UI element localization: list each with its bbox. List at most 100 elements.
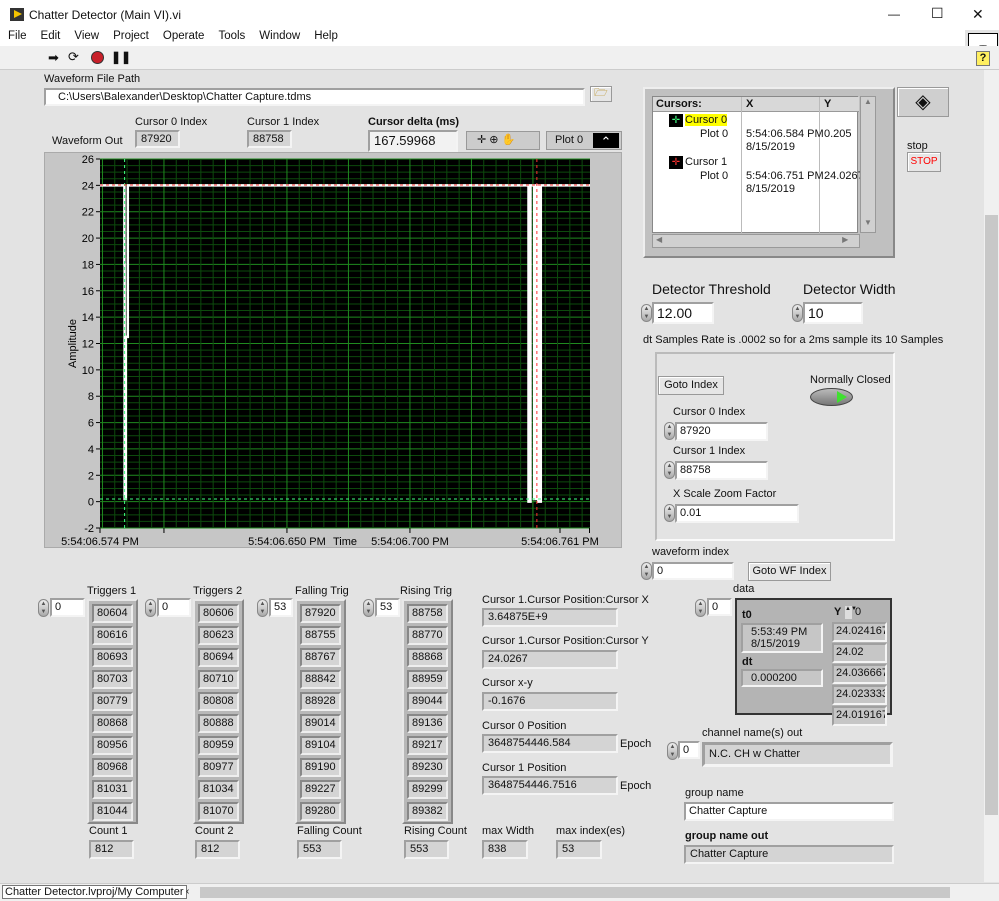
menu-project[interactable]: Project <box>113 30 149 42</box>
array-element: 89044 <box>407 692 448 711</box>
cursor-tool-icon[interactable]: ✛ <box>477 134 486 146</box>
graph-tools-palette: ✛ ⊕ ✋ <box>466 131 540 150</box>
channel-index-input[interactable]: 0 <box>678 741 700 759</box>
file-path-input[interactable]: C:\Users\Balexander\Desktop\Chatter Capt… <box>44 88 585 106</box>
array-label: Rising Trig <box>400 585 452 597</box>
array-element: 88758 <box>407 604 448 623</box>
goto-index-button[interactable]: Goto Index <box>658 376 724 395</box>
zoom-tool-icon[interactable]: ⊕ <box>489 134 498 146</box>
array-element: 80606 <box>198 604 239 623</box>
cluster-cursor0-increment-decrement[interactable]: ▲ ▼ <box>664 422 675 440</box>
array-index-increment-decrement[interactable]: ▲ ▼ <box>257 599 268 617</box>
cursor-x-label: Cursor 1.Cursor Position:Cursor X <box>482 594 649 606</box>
array-index-input[interactable]: 53 <box>375 598 400 617</box>
y-tick-label: 22 <box>82 207 94 219</box>
array-element: 89104 <box>300 736 341 755</box>
y-index[interactable]: 0 <box>855 606 861 618</box>
panel-horizontal-scrollbar[interactable] <box>200 887 950 898</box>
menu-help[interactable]: Help <box>314 30 338 42</box>
cursor1-name[interactable]: Cursor 1 <box>685 156 727 168</box>
cursor-legend-hscrollbar[interactable]: ◀ ▶ <box>652 234 860 248</box>
context-help-icon[interactable]: ? <box>976 51 990 66</box>
array-index-increment-decrement[interactable]: ▲ ▼ <box>38 599 49 617</box>
array-element: 80888 <box>198 714 239 733</box>
x-scale-zoom-increment-decrement[interactable]: ▲ ▼ <box>664 504 675 522</box>
detector-threshold-input[interactable]: 12.00 <box>652 302 714 324</box>
cursor-delta-display: 167.59968 <box>368 130 458 152</box>
waveform-index-increment-decrement[interactable]: ▲ ▼ <box>641 562 652 580</box>
pause-icon[interactable]: ❚❚ <box>111 50 131 64</box>
array-element: 80623 <box>198 626 239 645</box>
menu-view[interactable]: View <box>74 30 99 42</box>
t0-date: 8/15/2019 <box>751 638 800 650</box>
minimize-button[interactable]: — <box>888 7 900 21</box>
array-index-increment-decrement[interactable]: ▲ ▼ <box>145 599 156 617</box>
y-index-increment-decrement[interactable]: ▲▼ <box>845 606 857 619</box>
browse-folder-button[interactable]: 🗁 <box>590 86 612 102</box>
waveform-chart-svg[interactable]: -2024681012141618202224265:54:06.574 PM8… <box>45 153 623 549</box>
abort-icon[interactable] <box>91 51 104 64</box>
cluster-cursor1-label: Cursor 1 Index <box>673 445 746 457</box>
count-display: 553 <box>404 840 449 859</box>
menu-edit[interactable]: Edit <box>41 30 61 42</box>
cursor0-name[interactable]: Cursor 0 <box>685 114 728 126</box>
y-tick-label: 14 <box>82 312 94 324</box>
count-label: Falling Count <box>297 825 362 837</box>
close-button[interactable]: ✕ <box>972 6 984 23</box>
project-path[interactable]: Chatter Detector.lvproj/My Computer <box>2 885 187 899</box>
cursor-xy-display: -0.1676 <box>482 692 618 711</box>
run-arrow-icon[interactable]: ➡ <box>48 50 59 66</box>
channel-names-display: N.C. CH w Chatter <box>702 742 893 767</box>
array-label: Triggers 2 <box>193 585 243 597</box>
y-tick-label: 24 <box>82 180 94 192</box>
cursor-move-navigator-button[interactable]: ◈ <box>897 87 949 117</box>
threshold-increment-decrement[interactable]: ▲ ▼ <box>641 304 652 322</box>
group-name-out-display: Chatter Capture <box>684 845 894 864</box>
pan-tool-icon[interactable]: ✋ <box>502 134 516 146</box>
cursor1-epoch-unit: Epoch <box>620 780 652 792</box>
toolbar: ➡ ⟳ ❚❚ ? <box>0 46 999 70</box>
array-element: 89217 <box>407 736 448 755</box>
y-tick-label: 20 <box>82 233 94 245</box>
file-path-label: Waveform File Path <box>44 73 141 85</box>
x-tick-label: 5:54:06.700 PM <box>371 536 449 548</box>
array-index-increment-decrement[interactable]: ▲ ▼ <box>363 599 374 617</box>
array-index-input[interactable]: 0 <box>50 598 85 617</box>
y-value: 24.02 <box>832 643 887 663</box>
stop-button[interactable]: STOP <box>907 152 941 172</box>
maximize-button[interactable]: ☐ <box>931 5 944 22</box>
cursor1-position-label: Cursor 1 Position <box>482 762 567 774</box>
menu-window[interactable]: Window <box>259 30 300 42</box>
menu-tools[interactable]: Tools <box>218 30 245 42</box>
plot-legend[interactable]: Plot 0 ⌃ <box>546 131 622 150</box>
panel-vertical-scrollbar[interactable] <box>984 70 999 882</box>
y-label: Y <box>834 606 842 618</box>
detector-width-input[interactable]: 10 <box>803 302 863 324</box>
menu-operate[interactable]: Operate <box>163 30 205 42</box>
data-index-increment-decrement[interactable]: ▲ ▼ <box>695 599 706 617</box>
goto-wf-index-button[interactable]: Goto WF Index <box>748 562 831 581</box>
channel-index-increment-decrement[interactable]: ▲ ▼ <box>667 742 678 760</box>
cluster-cursor1-input[interactable]: 88758 <box>675 461 768 480</box>
array-index-input[interactable]: 0 <box>157 598 191 617</box>
array-index-input[interactable]: 53 <box>269 598 293 617</box>
scroll-left-arrow-icon[interactable]: ‹ <box>186 886 189 897</box>
waveform-graph: -2024681012141618202224265:54:06.574 PM8… <box>44 152 622 548</box>
cursor1-position-display: 3648754446.7516 <box>482 776 618 795</box>
x-scale-zoom-input[interactable]: 0.01 <box>675 504 799 523</box>
cluster-cursor0-input[interactable]: 87920 <box>675 422 768 441</box>
menu-file[interactable]: File <box>8 30 27 42</box>
count-label: Rising Count <box>404 825 467 837</box>
waveform-index-input[interactable]: 0 <box>652 562 734 580</box>
run-continuously-icon[interactable]: ⟳ <box>68 49 79 65</box>
width-increment-decrement[interactable]: ▲ ▼ <box>792 304 803 322</box>
array-element: 80694 <box>198 648 239 667</box>
count-display: 812 <box>89 840 134 859</box>
group-name-input[interactable]: Chatter Capture <box>684 802 894 821</box>
data-label: data <box>733 583 755 595</box>
data-index-input[interactable]: 0 <box>707 598 732 616</box>
cursor-legend-vscrollbar[interactable]: ▲ ▼ <box>860 96 876 233</box>
cluster-cursor1-increment-decrement[interactable]: ▲ ▼ <box>664 461 675 479</box>
cursor1-date: 8/15/2019 <box>746 183 795 195</box>
trigger-array: 80606 80623 80694 80710 80808 80888 80959 80977… <box>193 599 244 824</box>
